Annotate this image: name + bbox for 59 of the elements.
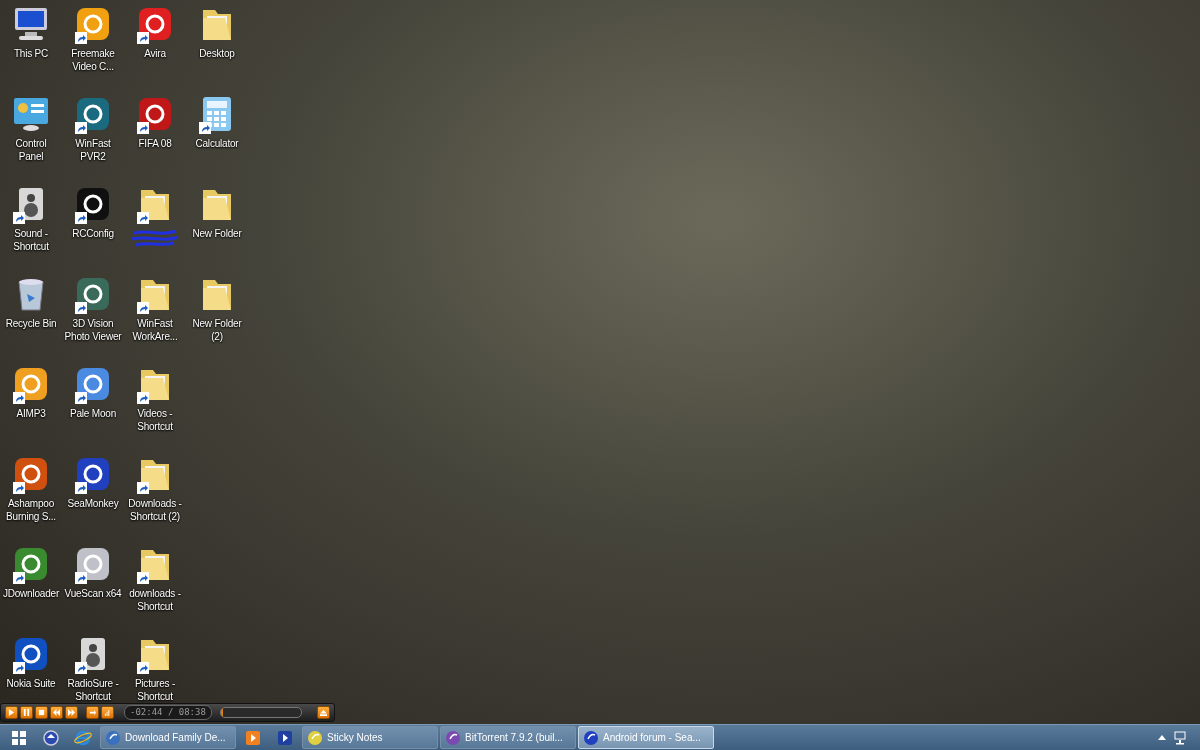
desktop-icon-label[interactable]: Control Panel <box>15 137 47 163</box>
next-button[interactable] <box>65 706 78 719</box>
desktop-icon-label[interactable]: Downloads - Shortcut (2) <box>128 497 182 523</box>
previous-button[interactable] <box>50 706 63 719</box>
e-logo-icon <box>74 729 92 746</box>
repeat-icon <box>89 709 96 716</box>
windows-logo-icon <box>12 730 26 745</box>
taskbar-window-button[interactable]: Sticky Notes <box>302 726 438 749</box>
desktop-icon-label[interactable]: Nokia Suite <box>6 677 56 690</box>
desktop-icon-label[interactable]: Desktop <box>199 47 235 60</box>
desktop-icon-label[interactable]: This PC <box>13 47 49 60</box>
up-arrow-icon[interactable] <box>1158 735 1166 740</box>
desktop-icon-label[interactable]: Pale Moon <box>70 407 116 420</box>
app-icon <box>105 729 121 746</box>
taskbar-window-button[interactable]: Download Family De... <box>100 726 236 749</box>
desktop-icon-label[interactable]: Recycle Bin <box>5 317 57 330</box>
desktop-icon-label[interactable]: Sound - Shortcut <box>13 227 49 253</box>
desktop-icon-label[interactable]: Avira <box>144 47 166 60</box>
desktop-icon-label[interactable]: downloads - Shortcut <box>129 587 181 613</box>
desktop-icon-label[interactable]: New Folder <box>192 227 242 240</box>
fast-forward-icon <box>68 709 75 716</box>
pause-icon <box>23 709 30 716</box>
app-icon <box>583 729 599 746</box>
desktop-icon-label[interactable]: VueScan x64 <box>64 587 122 600</box>
network-icon[interactable] <box>1174 730 1188 745</box>
repeat-button[interactable] <box>86 706 99 719</box>
desktop-icon-label[interactable]: Ashampoo Burning S... <box>6 497 56 523</box>
desktop-icon-label[interactable]: Videos - Shortcut <box>137 407 173 433</box>
seek-slider[interactable] <box>219 707 302 718</box>
desktop-icon-label[interactable]: AIMP3 <box>16 407 46 420</box>
taskbar-window-button[interactable]: BitTorrent 7.9.2 (buil... <box>440 726 576 749</box>
play-button[interactable] <box>5 706 18 719</box>
equalizer-button[interactable] <box>101 706 114 719</box>
desktop-icon-label[interactable]: Freemake Video C... <box>71 47 115 73</box>
desktop-icon-label[interactable]: JDownloader <box>2 587 60 600</box>
desktop-icon-label[interactable]: New Folder (2) <box>192 317 242 343</box>
stop-button[interactable] <box>35 706 48 719</box>
circular-arrows-icon <box>43 729 59 746</box>
desktop-icon-label[interactable]: WinFast PVR2 <box>75 137 111 163</box>
desktop-icon-label[interactable]: 3D Vision Photo Viewer <box>64 317 122 343</box>
desktop-icon-label[interactable]: WinFast WorkAre... <box>132 317 178 343</box>
desktop-icon-label[interactable]: Calculator <box>195 137 239 150</box>
app-icon <box>445 729 461 746</box>
desktop-icon-label[interactable]: RCConfig <box>72 227 114 240</box>
play-icon <box>8 709 15 716</box>
desktop-icon-label[interactable]: FIFA 08 <box>138 137 172 150</box>
eject-button[interactable] <box>317 706 330 719</box>
app-icon <box>246 730 260 745</box>
bars-icon <box>104 709 111 716</box>
desktop-icon-label[interactable]: Pictures - Shortcut <box>134 677 176 703</box>
desktop-icon-label[interactable]: SeaMonkey <box>67 497 119 510</box>
app-icon <box>278 730 292 745</box>
app-icon <box>307 729 323 746</box>
pause-button[interactable] <box>20 706 33 719</box>
eject-icon <box>320 709 327 716</box>
rewind-icon <box>53 709 60 716</box>
time-display: -02:44 / 08:38 <box>124 705 212 720</box>
stop-icon <box>38 709 45 716</box>
desktop-icon-label[interactable]: RadioSure - Shortcut <box>67 677 119 703</box>
